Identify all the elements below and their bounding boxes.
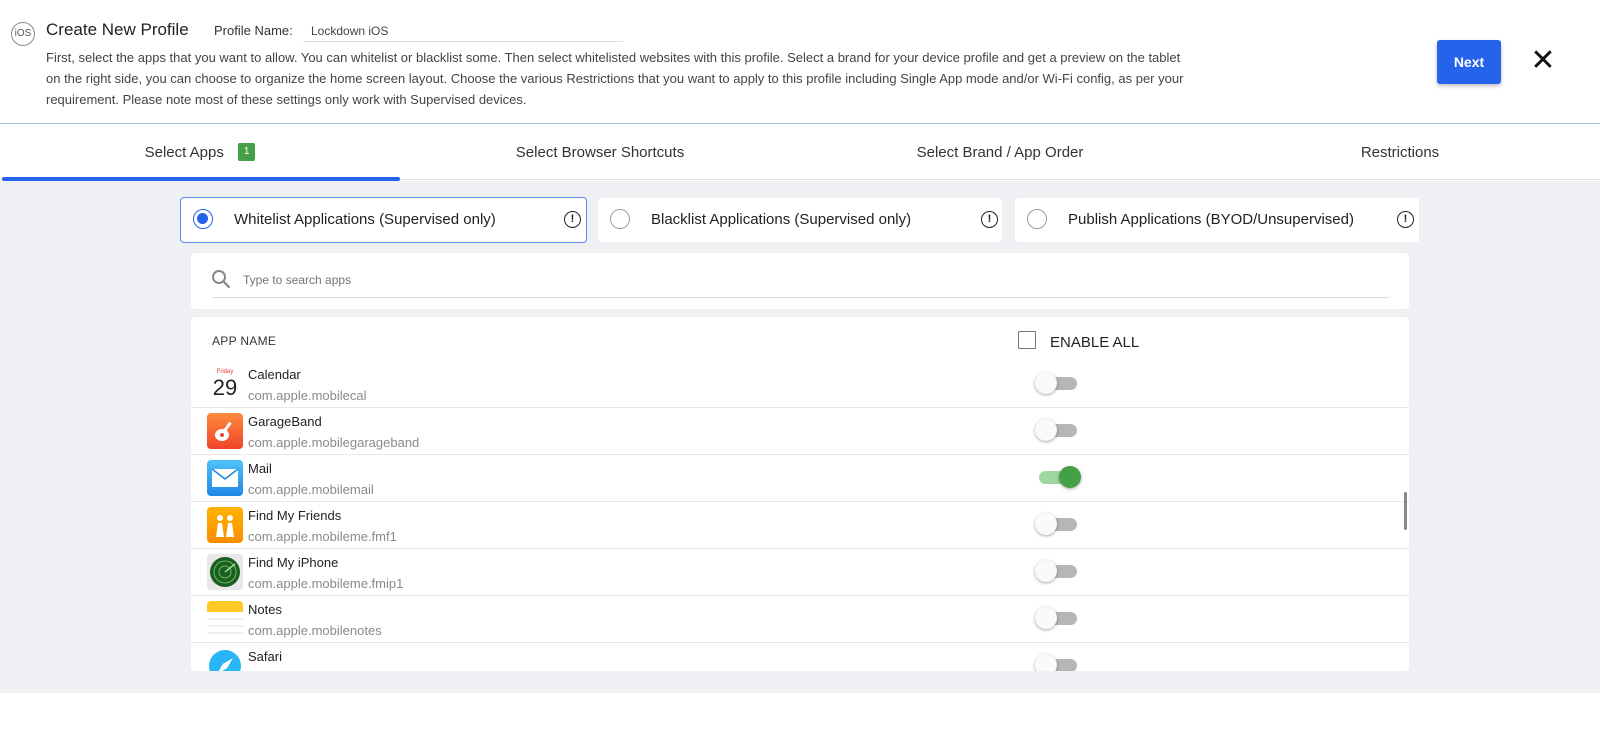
search-icon: [212, 270, 231, 289]
app-name: GarageBand: [248, 414, 322, 429]
app-bundle-id: com.apple.mobilesafari: [248, 670, 382, 671]
list-item: Find My Friends com.apple.mobileme.fmf1: [191, 502, 1409, 549]
app-enable-toggle[interactable]: [1035, 512, 1081, 536]
app-name: Find My iPhone: [248, 555, 339, 570]
find-my-iphone-icon: [207, 554, 243, 590]
selected-count-badge: 1: [237, 143, 256, 161]
tab-label: Restrictions: [1360, 143, 1440, 161]
app-bundle-id: com.apple.mobilemail: [248, 482, 374, 497]
blacklist-radio[interactable]: [610, 209, 630, 229]
profile-name-input[interactable]: [303, 20, 623, 42]
app-name: Notes: [248, 602, 282, 617]
whitelist-label: Whitelist Applications (Supervised only): [234, 211, 496, 228]
page-description: First, select the apps that you want to …: [46, 50, 1184, 107]
app-enable-toggle[interactable]: [1035, 606, 1081, 630]
enable-all-checkbox[interactable]: [1018, 331, 1036, 349]
app-bundle-id: com.apple.mobilegarageband: [248, 435, 420, 450]
search-input[interactable]: [243, 269, 1359, 291]
calendar-icon: Friday 29: [207, 366, 243, 402]
tab-select-browser-shortcuts[interactable]: Select Browser Shortcuts: [400, 124, 800, 180]
list-item: Find My iPhone com.apple.mobileme.fmip1: [191, 549, 1409, 596]
publish-label: Publish Applications (BYOD/Unsupervised): [1068, 211, 1354, 228]
safari-icon: [207, 648, 243, 671]
app-enable-toggle[interactable]: [1035, 465, 1081, 489]
app-name: Safari: [248, 649, 282, 664]
app-name-column-header: APP NAME: [212, 334, 277, 348]
ios-platform-icon: iOS: [11, 22, 35, 46]
calendar-icon-date: 29: [212, 375, 238, 400]
profile-name-label: Profile Name:: [214, 23, 293, 38]
blacklist-label: Blacklist Applications (Supervised only): [651, 211, 912, 228]
app-enable-toggle[interactable]: [1035, 653, 1081, 671]
tab-select-apps[interactable]: Select Apps 1: [0, 124, 400, 181]
info-icon[interactable]: !: [1397, 211, 1414, 228]
next-button[interactable]: Next: [1437, 40, 1501, 84]
list-scrollbar[interactable]: [1404, 492, 1407, 530]
header: iOS Create New Profile Profile Name: Fir…: [0, 0, 1600, 124]
app-list: Friday 29 Calendar com.apple.mobilecal G…: [191, 361, 1409, 671]
tab-label: Select Apps: [144, 143, 224, 161]
page-title: Create New Profile: [46, 20, 189, 39]
find-my-friends-icon: [207, 507, 243, 543]
mail-icon: [207, 460, 243, 496]
content-area: Whitelist Applications (Supervised only)…: [0, 181, 1600, 693]
wizard-tabs: Select Apps 1 Select Browser Shortcuts S…: [0, 124, 1600, 181]
info-icon[interactable]: !: [981, 211, 998, 228]
tab-restrictions[interactable]: Restrictions: [1200, 124, 1600, 180]
list-item: Mail com.apple.mobilemail: [191, 455, 1409, 502]
app-bundle-id: com.apple.mobilenotes: [248, 623, 382, 638]
publish-radio[interactable]: [1027, 209, 1047, 229]
list-item: Safari com.apple.mobilesafari: [191, 643, 1409, 671]
tab-label: Select Browser Shortcuts: [515, 143, 685, 161]
publish-option[interactable]: Publish Applications (BYOD/Unsupervised)…: [1014, 197, 1420, 243]
tab-label: Select Brand / App Order: [916, 143, 1084, 161]
list-item: Friday 29 Calendar com.apple.mobilecal: [191, 361, 1409, 408]
app-enable-toggle[interactable]: [1035, 559, 1081, 583]
info-icon[interactable]: !: [564, 211, 581, 228]
app-name: Mail: [248, 461, 272, 476]
app-enable-toggle[interactable]: [1035, 418, 1081, 442]
list-item: GarageBand com.apple.mobilegarageband: [191, 408, 1409, 455]
search-box: [191, 253, 1409, 309]
app-name: Calendar: [248, 367, 301, 382]
blacklist-option[interactable]: Blacklist Applications (Supervised only)…: [597, 197, 1003, 243]
app-enable-toggle[interactable]: [1035, 371, 1081, 395]
app-bundle-id: com.apple.mobilecal: [248, 388, 367, 403]
notes-icon: [207, 601, 243, 637]
app-name: Find My Friends: [248, 508, 342, 523]
garageband-icon: [207, 413, 243, 449]
search-underline: [212, 297, 1389, 298]
whitelist-option[interactable]: Whitelist Applications (Supervised only)…: [180, 197, 587, 243]
list-item: Notes com.apple.mobilenotes: [191, 596, 1409, 643]
tab-select-brand-app-order[interactable]: Select Brand / App Order: [800, 124, 1200, 180]
app-bundle-id: com.apple.mobileme.fmf1: [248, 529, 397, 544]
app-bundle-id: com.apple.mobileme.fmip1: [248, 576, 404, 591]
close-icon[interactable]: ✕: [1528, 44, 1558, 78]
app-list-panel: APP NAME ENABLE ALL Friday 29 Calendar c…: [191, 317, 1409, 671]
whitelist-radio[interactable]: [193, 209, 213, 229]
enable-all-label: ENABLE ALL: [1050, 334, 1140, 351]
